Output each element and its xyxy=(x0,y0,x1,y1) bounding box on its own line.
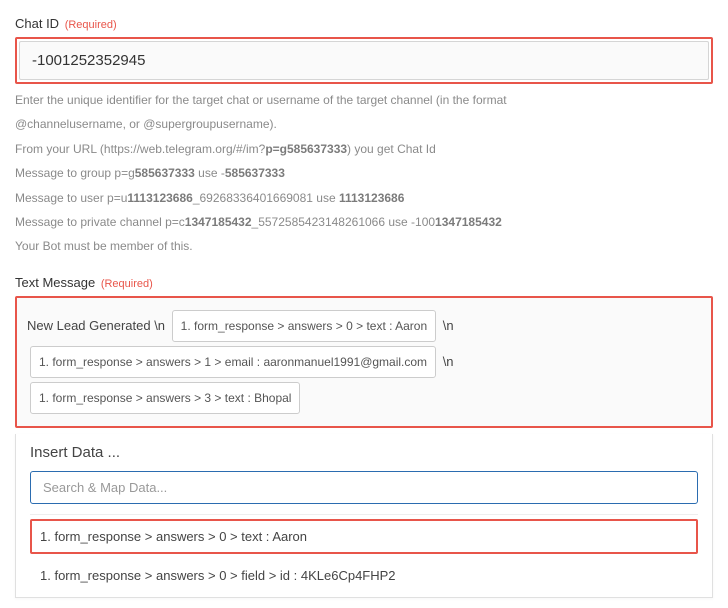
help-text-strong: 1113123686 xyxy=(339,191,404,205)
help-text-strong: 585637333 xyxy=(225,166,285,180)
help-text-span: Message to group p=g xyxy=(15,166,135,180)
required-badge: (Required) xyxy=(65,19,117,31)
data-pill[interactable]: 1. form_response > answers > 3 > text : … xyxy=(30,382,300,414)
help-text-line: Message to private channel p=c1347185432… xyxy=(15,212,713,232)
help-text-span: use - xyxy=(195,166,225,180)
help-text-span: ) you get Chat Id xyxy=(347,142,436,156)
text-message-label-text: Text Message xyxy=(15,275,95,290)
required-badge: (Required) xyxy=(101,278,153,290)
help-text-line: Enter the unique identifier for the targ… xyxy=(15,90,713,110)
help-text-line: @channelusername, or @supergroupusername… xyxy=(15,114,713,134)
help-text-strong: 1113123686 xyxy=(127,191,192,205)
help-text-span: From your URL (https://web.telegram.org/… xyxy=(15,142,265,156)
data-options-list[interactable]: 1. form_response > answers > 0 > text : … xyxy=(30,514,698,597)
data-pill[interactable]: 1. form_response > answers > 1 > email :… xyxy=(30,346,436,378)
help-text-strong: 1347185432 xyxy=(185,215,252,229)
text-message-label: Text Message (Required) xyxy=(15,275,713,290)
text-message-editor[interactable]: New Lead Generated \n 1. form_response >… xyxy=(15,296,713,428)
help-text-line: Message to group p=g585637333 use -58563… xyxy=(15,163,713,183)
help-text-strong: 585637333 xyxy=(135,166,195,180)
data-option[interactable]: 1. form_response > answers > 0 > text : … xyxy=(40,529,688,544)
insert-data-title: Insert Data ... xyxy=(30,444,698,461)
chat-id-input-highlight xyxy=(15,37,713,84)
data-pill[interactable]: 1. form_response > answers > 0 > text : … xyxy=(172,310,436,342)
editor-plain-text: \n xyxy=(443,354,454,369)
help-text-strong: p=g585637333 xyxy=(265,142,347,156)
chat-id-input[interactable] xyxy=(19,41,709,80)
help-text-strong: 1347185432 xyxy=(435,215,502,229)
help-text-span: Message to private channel p=c xyxy=(15,215,185,229)
help-text-span: _5572585423148261066 use -100 xyxy=(252,215,436,229)
help-text-line: Your Bot must be member of this. xyxy=(15,236,713,256)
chat-id-label: Chat ID (Required) xyxy=(15,16,713,31)
insert-data-panel: Insert Data ... Search & Map Data... 1. … xyxy=(15,434,713,598)
chat-id-label-text: Chat ID xyxy=(15,16,59,31)
search-map-data-input[interactable]: Search & Map Data... xyxy=(30,471,698,504)
help-text-line: From your URL (https://web.telegram.org/… xyxy=(15,139,713,159)
help-text-span: Message to user p=u xyxy=(15,191,127,205)
data-option-highlight: 1. form_response > answers > 0 > text : … xyxy=(30,519,698,554)
editor-plain-text: New Lead Generated \n xyxy=(27,318,165,333)
help-text-line: Message to user p=u1113123686_6926833640… xyxy=(15,188,713,208)
help-text-span: _69268336401669081 use xyxy=(193,191,339,205)
data-option[interactable]: 1. form_response > answers > 0 > field >… xyxy=(30,558,698,593)
editor-plain-text: \n xyxy=(443,318,454,333)
